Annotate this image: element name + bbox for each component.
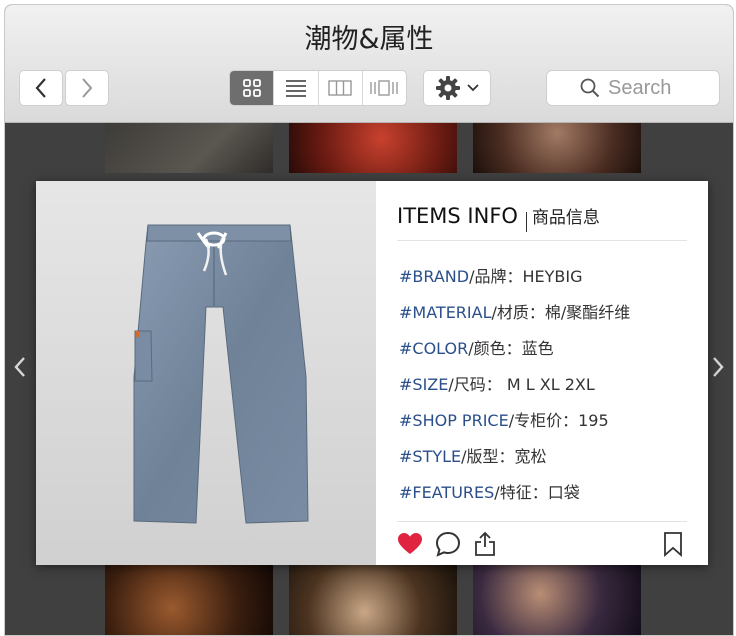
gallery-thumbnail[interactable] [289, 565, 457, 635]
gallery-thumbnail[interactable] [473, 123, 641, 173]
previous-item-button[interactable] [13, 355, 27, 384]
attribute-color: #COLOR/颜色：蓝色 [399, 335, 630, 371]
columns-icon [328, 80, 352, 96]
attribute-key[interactable]: #COLOR [399, 339, 468, 358]
attribute-size: #SIZE/尺码： M L XL 2XL [399, 371, 630, 407]
product-image [36, 181, 376, 565]
chevron-left-icon [35, 78, 46, 98]
share-button[interactable] [473, 531, 497, 557]
attribute-key[interactable]: #FEATURES [399, 483, 494, 502]
attribute-list: #BRAND/品牌：HEYBIG #MATERIAL/材质：棉/聚酯纤维 #CO… [399, 263, 630, 515]
grid-icon [242, 79, 261, 97]
list-icon [285, 80, 306, 97]
app-window: 潮物&属性 Search ITEMS INFO 商品信息 #BRAND/品牌：H… [4, 4, 734, 636]
attribute-key[interactable]: #SHOP PRICE [399, 411, 509, 430]
forward-button[interactable] [65, 70, 109, 106]
window-title: 潮物&属性 [304, 24, 434, 55]
jeans-illustration [133, 224, 309, 524]
comment-icon [435, 531, 461, 557]
attribute-value: /尺码： M L XL 2XL [448, 375, 595, 394]
view-mode-switcher [229, 70, 407, 106]
chevron-right-icon [713, 357, 724, 377]
search-icon [580, 78, 600, 98]
gallery-thumbnail[interactable] [289, 123, 457, 173]
title-divider [525, 211, 527, 232]
attribute-key[interactable]: #BRAND [399, 267, 469, 286]
gallery-thumbnail[interactable] [105, 565, 273, 635]
title-bar: 潮物&属性 [5, 5, 733, 123]
bookmark-button[interactable] [663, 531, 683, 557]
chevron-down-icon [467, 84, 479, 92]
attribute-value: /材质：棉/聚酯纤维 [491, 303, 631, 322]
coverflow-icon [370, 80, 399, 96]
attribute-brand: #BRAND/品牌：HEYBIG [399, 263, 630, 299]
attribute-value: /品牌：HEYBIG [469, 267, 583, 286]
heart-icon [398, 532, 422, 554]
attribute-value: /版型：宽松 [461, 447, 547, 466]
share-icon [475, 531, 495, 556]
attribute-value: /特征：口袋 [494, 483, 580, 502]
back-button[interactable] [19, 70, 63, 106]
attribute-features: #FEATURES/特征：口袋 [399, 479, 630, 515]
view-list-button[interactable] [274, 71, 319, 105]
gear-icon [436, 76, 460, 100]
attribute-shop-price: #SHOP PRICE/专柜价：195 [399, 407, 630, 443]
attribute-key[interactable]: #MATERIAL [399, 303, 492, 322]
chevron-left-icon [14, 357, 25, 377]
attribute-value: /颜色：蓝色 [468, 339, 554, 358]
items-info-subtitle: 商品信息 [531, 208, 600, 228]
attribute-key[interactable]: #STYLE [399, 447, 461, 466]
items-info-header: ITEMS INFO 商品信息 [397, 203, 687, 241]
view-coverflow-button[interactable] [363, 71, 406, 105]
card-actions [397, 521, 687, 565]
attribute-style: #STYLE/版型：宽松 [399, 443, 630, 479]
attribute-material: #MATERIAL/材质：棉/聚酯纤维 [399, 299, 630, 335]
comment-button[interactable] [435, 531, 461, 557]
gallery-thumbnail[interactable] [473, 565, 641, 635]
next-item-button[interactable] [711, 355, 725, 384]
view-columns-button[interactable] [319, 71, 363, 105]
view-grid-button[interactable] [230, 71, 275, 105]
search-input[interactable] [608, 76, 686, 100]
like-button[interactable] [397, 532, 423, 556]
chevron-right-icon [82, 78, 93, 98]
items-info-panel: ITEMS INFO 商品信息 #BRAND/品牌：HEYBIG #MATERI… [376, 181, 708, 565]
gallery-thumbnail[interactable] [105, 123, 273, 173]
bookmark-icon [664, 531, 682, 557]
attribute-value: /专柜价：195 [508, 411, 609, 430]
action-menu-button[interactable] [423, 70, 491, 106]
search-field[interactable] [546, 70, 720, 106]
product-card: ITEMS INFO 商品信息 #BRAND/品牌：HEYBIG #MATERI… [36, 181, 708, 565]
attribute-key[interactable]: #SIZE [399, 375, 448, 394]
items-info-title: ITEMS INFO [397, 204, 518, 228]
